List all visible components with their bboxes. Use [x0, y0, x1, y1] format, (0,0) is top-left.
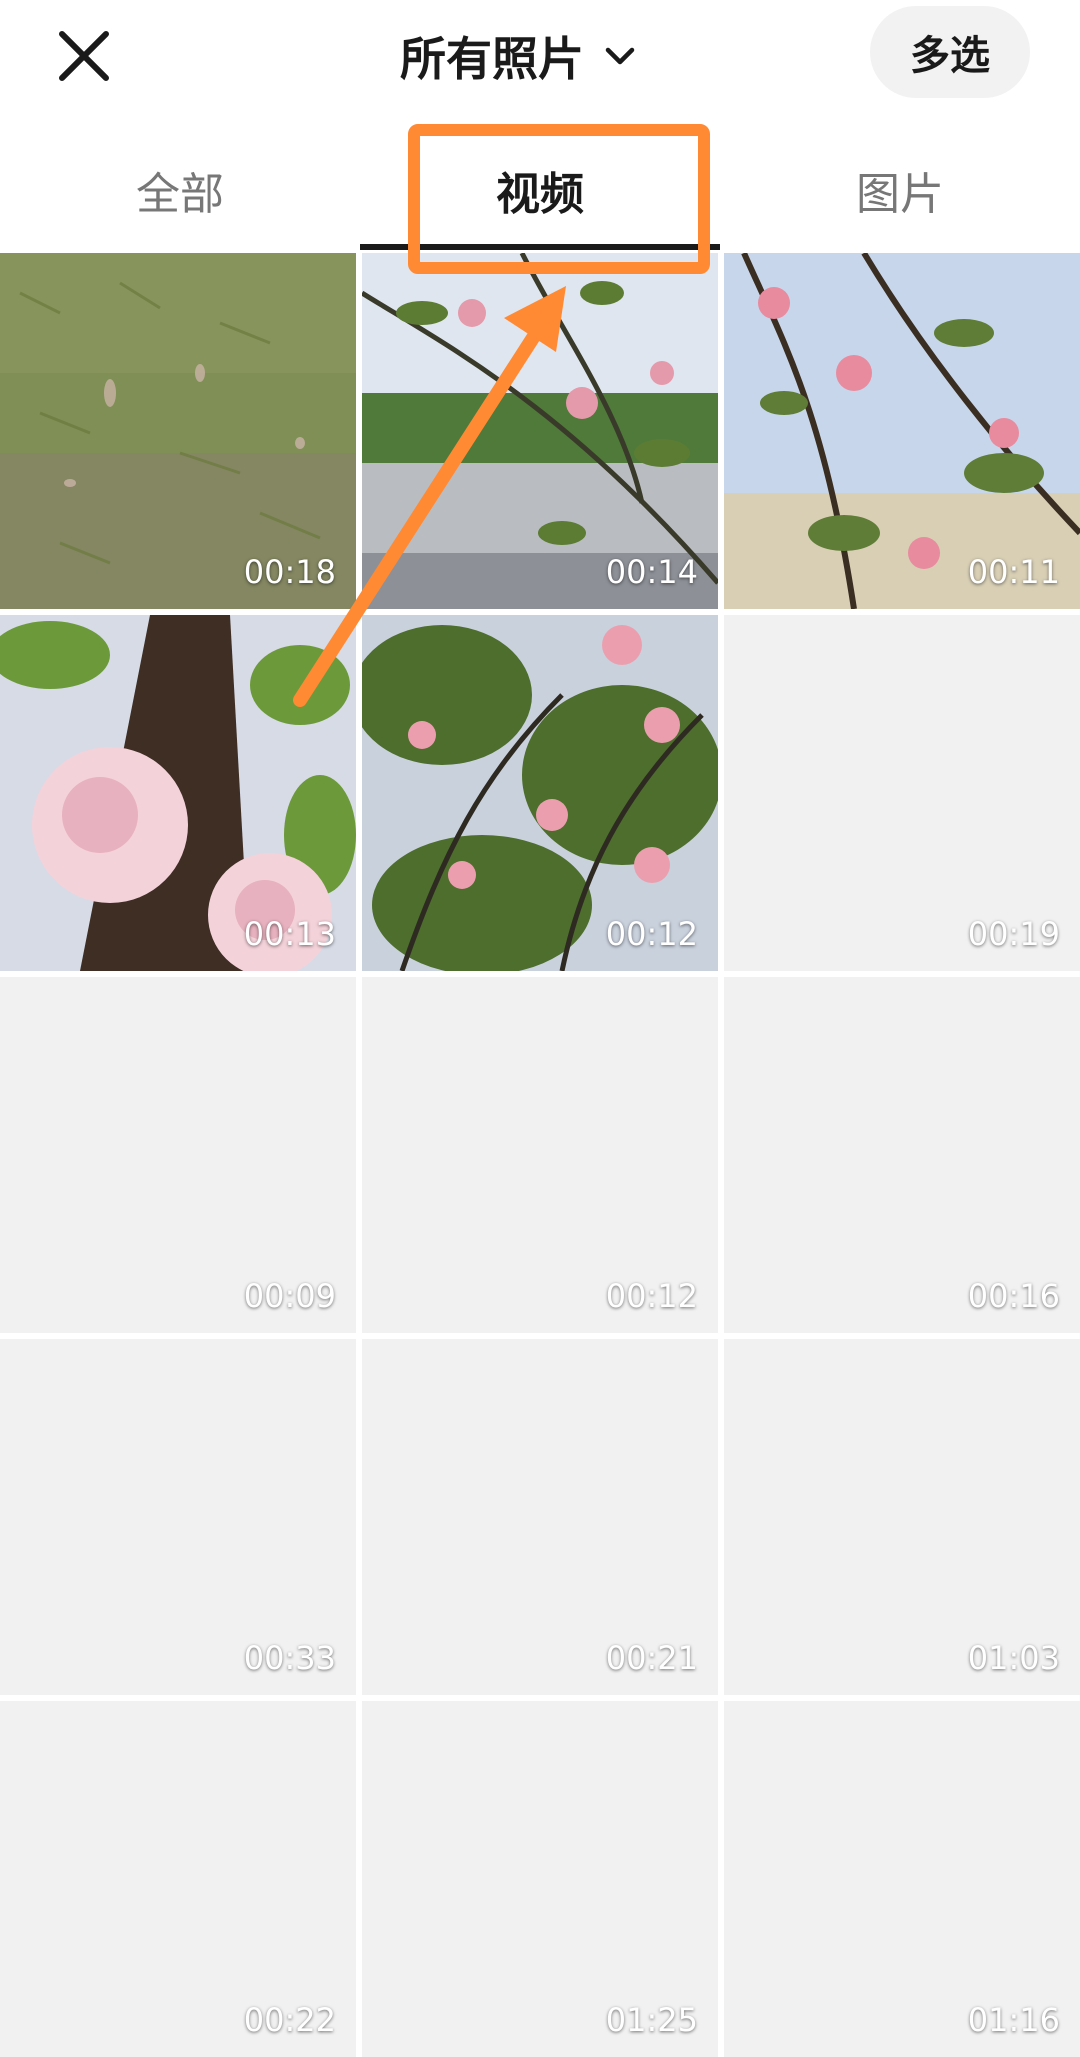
- video-duration: 00:33: [243, 1639, 336, 1677]
- video-duration: 00:14: [605, 553, 698, 591]
- video-thumbnail[interactable]: 01:03: [724, 1339, 1080, 1695]
- video-thumbnail[interactable]: 01:25: [362, 1701, 718, 2057]
- top-bar: 所有照片 多选: [0, 0, 1080, 120]
- multi-select-button[interactable]: 多选: [870, 6, 1030, 98]
- media-type-tabs: 全部 视频 图片: [0, 128, 1080, 252]
- video-duration: 00:16: [967, 1277, 1060, 1315]
- close-icon: [59, 31, 109, 81]
- video-duration: 00:09: [243, 1277, 336, 1315]
- video-duration: 00:18: [243, 553, 336, 591]
- active-tab-indicator: [360, 244, 720, 250]
- video-thumbnail[interactable]: 00:22: [0, 1701, 356, 2057]
- album-selector[interactable]: 所有照片: [400, 18, 638, 94]
- video-duration: 00:13: [243, 915, 336, 953]
- video-thumbnail[interactable]: 00:21: [362, 1339, 718, 1695]
- video-duration: 00:21: [605, 1639, 698, 1677]
- tab-photos[interactable]: 图片: [720, 128, 1080, 252]
- page-title: 所有照片: [400, 32, 584, 86]
- video-duration: 00:12: [605, 1277, 698, 1315]
- video-duration: 01:03: [967, 1639, 1060, 1677]
- video-thumbnail[interactable]: 00:16: [724, 977, 1080, 1333]
- video-thumbnail[interactable]: 00:33: [0, 1339, 356, 1695]
- video-thumbnail[interactable]: 00:11: [724, 253, 1080, 609]
- video-thumbnail[interactable]: 00:09: [0, 977, 356, 1333]
- video-thumbnail[interactable]: 01:16: [724, 1701, 1080, 2057]
- video-thumbnail[interactable]: 00:12: [362, 615, 718, 971]
- video-thumbnail[interactable]: 00:14: [362, 253, 718, 609]
- tab-all[interactable]: 全部: [0, 128, 360, 252]
- video-thumbnail[interactable]: 00:12: [362, 977, 718, 1333]
- video-duration: 00:22: [243, 2001, 336, 2039]
- chevron-down-icon: [605, 47, 635, 65]
- tab-video[interactable]: 视频: [360, 128, 720, 252]
- video-duration: 01:16: [967, 2001, 1060, 2039]
- close-button[interactable]: [52, 24, 116, 88]
- video-thumbnail[interactable]: 00:18: [0, 253, 356, 609]
- video-duration: 00:12: [605, 915, 698, 953]
- video-duration: 00:11: [967, 553, 1060, 591]
- video-thumbnail[interactable]: 00:19: [724, 615, 1080, 971]
- video-duration: 01:25: [605, 2001, 698, 2039]
- video-thumbnail[interactable]: 00:13: [0, 615, 356, 971]
- video-duration: 00:19: [967, 915, 1060, 953]
